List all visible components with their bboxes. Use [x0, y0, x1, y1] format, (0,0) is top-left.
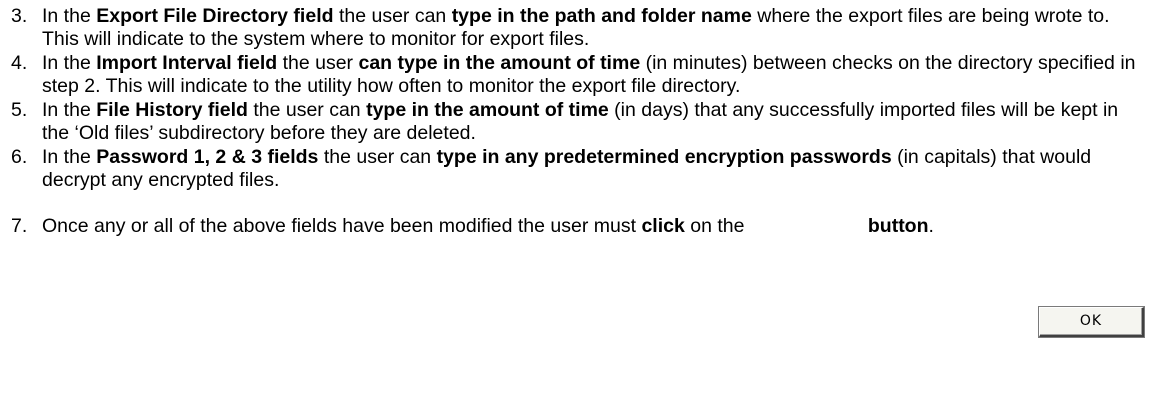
text-run: the user [277, 52, 359, 74]
instruction-step-6: 6. In the Password 1, 2 & 3 fields the u… [0, 146, 1161, 192]
instruction-list: 3. In the Export File Directory field th… [0, 5, 1161, 239]
text-run: In the [42, 5, 97, 27]
step-text: Once any or all of the above fields have… [42, 215, 934, 237]
step-number: 3. [11, 5, 28, 27]
instruction-step-4: 4. In the Import Interval field the user… [0, 52, 1161, 98]
step-text: In the File History field the user can t… [42, 99, 1118, 144]
text-run: the user can [318, 146, 437, 168]
bold-text-run: File History field [96, 99, 248, 121]
text-run: In the [42, 99, 97, 121]
instruction-step-5: 5. In the File History field the user ca… [0, 99, 1161, 145]
step-text: In the Password 1, 2 & 3 fields the user… [42, 146, 1091, 191]
text-run: on the [684, 215, 750, 237]
step-number: 5. [11, 99, 28, 121]
bold-text-run: Password 1, 2 & 3 fields [96, 146, 319, 168]
bold-text-run: type in the path and folder name [451, 5, 752, 27]
text-run: . [928, 215, 934, 237]
ok-button[interactable]: OK [1039, 307, 1144, 337]
bold-text-run: Import Interval field [96, 52, 278, 74]
bold-text-run: button [867, 215, 929, 237]
step-number: 4. [11, 52, 28, 74]
step-number: 7. [11, 215, 28, 237]
bold-text-run: type in the amount of time [366, 99, 609, 121]
step-text: In the Import Interval field the user ca… [42, 52, 1136, 97]
bold-text-run: click [641, 215, 685, 237]
step-number: 6. [11, 146, 28, 168]
text-run: In the [42, 146, 97, 168]
bold-text-run: Export File Directory field [96, 5, 334, 27]
text-run: the user can [247, 99, 367, 121]
text-run: Once any or all of the above fields have… [42, 215, 642, 237]
bold-text-run: type in any predetermined encryption pas… [436, 146, 892, 168]
text-run: In the [42, 52, 97, 74]
step-text: In the Export File Directory field the u… [42, 5, 1110, 50]
instruction-step-7: 7. Once any or all of the above fields h… [0, 215, 1161, 238]
text-run: the user can [333, 5, 452, 27]
bold-text-run: can type in the amount of time [358, 52, 641, 74]
instruction-step-3: 3. In the Export File Directory field th… [0, 5, 1161, 51]
